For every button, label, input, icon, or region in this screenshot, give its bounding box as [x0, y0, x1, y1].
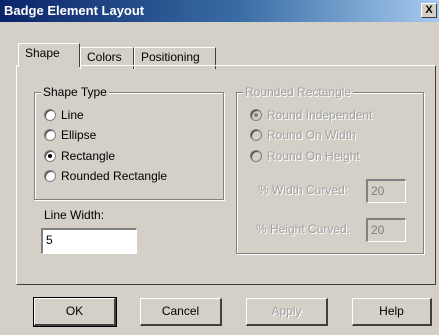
width-curved-input[interactable]: 20 [366, 179, 406, 203]
radio-button-icon[interactable] [44, 129, 56, 141]
width-curved-label: % Width Curved: [258, 183, 349, 197]
radio-button-icon[interactable] [250, 129, 262, 141]
radio-button-checked-icon[interactable] [250, 109, 262, 121]
radio-ellipse-label: Ellipse [61, 128, 97, 142]
line-width-input[interactable]: 5 [41, 228, 137, 254]
radio-line[interactable]: Line [44, 107, 84, 123]
radio-round-on-width-label: Round On Width [267, 128, 356, 142]
window-title: Badge Element Layout [4, 3, 145, 18]
radio-rectangle[interactable]: Rectangle [44, 148, 115, 164]
radio-button-icon[interactable] [44, 170, 56, 182]
radio-rounded-rectangle-label: Rounded Rectangle [61, 169, 168, 183]
height-curved-label: % Height Curved: [256, 222, 351, 236]
dialog-window: Badge Element Layout X Shape Colors Posi… [0, 0, 439, 335]
help-button[interactable]: Help [352, 298, 432, 326]
radio-round-on-width[interactable]: Round On Width [250, 127, 356, 143]
cancel-button[interactable]: Cancel [140, 298, 222, 326]
height-curved-input[interactable]: 20 [366, 218, 406, 242]
ok-button[interactable]: OK [33, 297, 117, 327]
rounded-rectangle-group-title: Rounded Rectangle [243, 85, 354, 99]
tab-colors-label: Colors [87, 50, 122, 64]
close-button[interactable]: X [421, 3, 437, 18]
shape-type-group-title: Shape Type [41, 85, 109, 99]
radio-button-icon[interactable] [250, 150, 262, 162]
radio-round-on-height[interactable]: Round On Height [250, 148, 360, 164]
line-width-label: Line Width: [44, 208, 105, 222]
tab-shape-label: Shape [25, 46, 60, 60]
tab-positioning-label: Positioning [141, 50, 200, 64]
radio-round-independent[interactable]: Round Independent [250, 107, 372, 123]
radio-button-icon[interactable] [44, 109, 56, 121]
radio-ellipse[interactable]: Ellipse [44, 127, 96, 143]
radio-line-label: Line [61, 108, 84, 122]
radio-rounded-rectangle[interactable]: Rounded Rectangle [44, 168, 167, 184]
radio-round-on-height-label: Round On Height [267, 149, 360, 163]
radio-button-checked-icon[interactable] [44, 150, 56, 162]
radio-round-independent-label: Round Independent [267, 108, 373, 122]
title-bar[interactable]: Badge Element Layout X [0, 0, 439, 22]
apply-button[interactable]: Apply [246, 298, 328, 326]
radio-rectangle-label: Rectangle [61, 149, 116, 163]
tab-shape[interactable]: Shape [18, 43, 80, 67]
